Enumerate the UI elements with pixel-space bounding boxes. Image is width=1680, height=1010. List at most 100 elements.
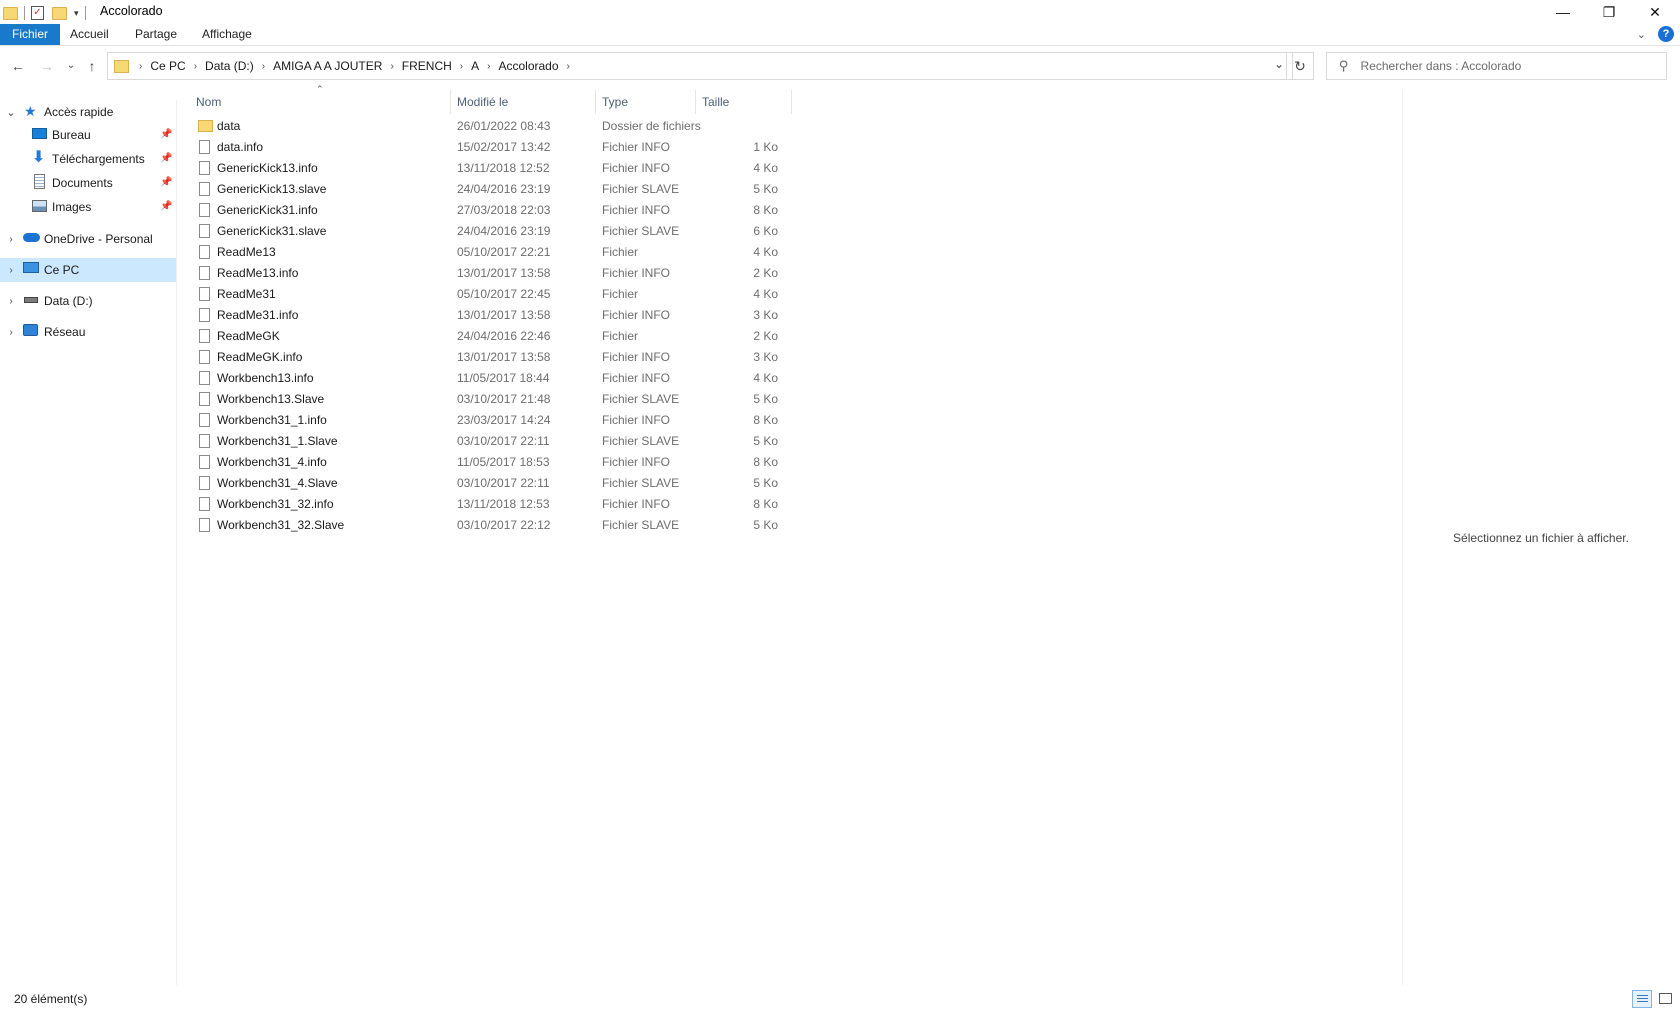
arrow-up-icon[interactable]: ↑	[82, 56, 102, 76]
file-row[interactable]: ReadMe31.info 13/01/2017 13:58 Fichier INF…	[190, 305, 800, 326]
chevron-right-icon[interactable]: ›	[137, 61, 144, 72]
details-view-button[interactable]	[1632, 990, 1652, 1008]
file-icon	[199, 476, 210, 490]
file-row[interactable]: Workbench31_4.Slave 03/10/2017 22:11 Fichi…	[190, 473, 800, 494]
nav-pictures[interactable]: Images 📌	[0, 195, 176, 219]
file-row[interactable]: ReadMeGK.info 13/01/2017 13:58 Fichier INF…	[190, 347, 800, 368]
nav-label: Images	[52, 200, 92, 214]
help-icon[interactable]: ?	[1658, 26, 1674, 42]
quick-access-toolbar: ✓ ▾	[3, 3, 92, 20]
file-row[interactable]: Workbench31_32.Slave 03/10/2017 22:12 Fich…	[190, 515, 800, 536]
chevron-right-icon[interactable]: ›	[192, 61, 199, 72]
breadcrumb-a[interactable]: A	[465, 59, 485, 73]
nav-network[interactable]: › Réseau	[0, 320, 176, 344]
customize-toolbar-icon[interactable]: ▾	[74, 8, 79, 19]
search-box[interactable]: ⚲	[1326, 52, 1667, 80]
properties-icon[interactable]: ✓	[31, 6, 44, 20]
chevron-right-icon[interactable]: ›	[6, 234, 16, 245]
chevron-right-icon[interactable]: ›	[458, 61, 465, 72]
breadcrumb-drive[interactable]: Data (D:)	[199, 59, 260, 73]
expand-ribbon-icon[interactable]: ⌄	[1637, 28, 1646, 41]
file-row[interactable]: data.info 15/02/2017 13:42 Fichier INFO 1 K…	[190, 137, 800, 158]
tab-home[interactable]: Accueil	[59, 24, 120, 45]
arrow-left-icon[interactable]: ←	[8, 56, 28, 76]
file-type: Fichier	[602, 245, 639, 259]
file-name: Workbench31_4.Slave	[217, 476, 338, 490]
file-modified: 26/01/2022 08:43	[457, 119, 551, 133]
file-type: Fichier	[602, 329, 639, 343]
close-button[interactable]: ✕	[1632, 0, 1678, 24]
chevron-right-icon[interactable]: ›	[6, 296, 16, 307]
nav-quick-access[interactable]: ⌄ ★ Accès rapide	[0, 100, 176, 124]
breadcrumb-french[interactable]: FRENCH	[396, 59, 458, 73]
network-icon	[23, 324, 38, 336]
column-divider[interactable]	[791, 90, 792, 114]
nav-documents[interactable]: Documents 📌	[0, 171, 176, 195]
chevron-right-icon[interactable]: ›	[388, 61, 395, 72]
column-divider[interactable]	[595, 90, 596, 114]
file-name: Workbench31_32.info	[217, 497, 334, 511]
large-icons-view-button[interactable]	[1656, 990, 1676, 1008]
column-header-name[interactable]: Nom	[196, 90, 221, 114]
column-divider[interactable]	[695, 90, 696, 114]
chevron-right-icon[interactable]: ›	[6, 265, 16, 276]
chevron-right-icon[interactable]: ›	[485, 61, 492, 72]
file-modified: 23/03/2017 14:24	[457, 413, 551, 427]
file-row[interactable]: Workbench13.Slave 03/10/2017 21:48 Fichier…	[190, 389, 800, 410]
breadcrumb-amiga[interactable]: AMIGA A A JOUTER	[267, 59, 388, 73]
tab-file[interactable]: Fichier	[0, 24, 61, 45]
chevron-right-icon[interactable]: ›	[260, 61, 267, 72]
arrow-right-icon[interactable]: →	[37, 56, 57, 76]
breadcrumb-accolorado[interactable]: Accolorado	[492, 59, 564, 73]
file-size: 6 Ko	[753, 224, 778, 238]
file-row[interactable]: Workbench31_1.info 23/03/2017 14:24 Fichie…	[190, 410, 800, 431]
refresh-icon[interactable]: ↻	[1286, 52, 1314, 80]
column-header-modified[interactable]: Modifié le	[457, 90, 508, 114]
column-divider[interactable]	[450, 90, 451, 114]
search-icon: ⚲	[1339, 58, 1349, 73]
window-title: Accolorado	[100, 4, 163, 18]
nav-this-pc[interactable]: › Ce PC	[0, 258, 176, 282]
nav-drive-d[interactable]: › Data (D:)	[0, 289, 176, 313]
chevron-down-icon[interactable]: ⌄	[61, 56, 81, 76]
column-header-type[interactable]: Type	[602, 90, 628, 114]
folder-row[interactable]: data 26/01/2022 08:43 Dossier de fichiers	[190, 116, 800, 137]
star-icon: ★	[24, 103, 37, 119]
address-history-dropdown-icon[interactable]: ⌄	[1274, 57, 1284, 71]
search-input[interactable]	[1358, 58, 1643, 74]
chevron-right-icon[interactable]: ›	[6, 327, 16, 338]
status-bar: 20 élément(s)	[0, 990, 1680, 1010]
file-row[interactable]: GenericKick31.slave 24/04/2016 23:19 Fichi…	[190, 221, 800, 242]
file-row[interactable]: Workbench31_4.info 11/05/2017 18:53 Fichie…	[190, 452, 800, 473]
file-name: data.info	[217, 140, 264, 154]
file-name: ReadMe13	[217, 245, 276, 259]
nav-downloads[interactable]: ⬇ Téléchargements 📌	[0, 147, 176, 171]
file-row[interactable]: GenericKick13.info 13/11/2018 12:52 Fichie…	[190, 158, 800, 179]
restore-button[interactable]: ❐	[1586, 0, 1632, 24]
breadcrumb-this-pc[interactable]: Ce PC	[144, 59, 191, 73]
file-row[interactable]: ReadMe31 05/10/2017 22:45 Fichier 4 Ko	[190, 284, 800, 305]
file-modified: 11/05/2017 18:44	[457, 371, 550, 385]
file-row[interactable]: Workbench13.info 11/05/2017 18:44 Fichier …	[190, 368, 800, 389]
address-bar[interactable]: › Ce PC › Data (D:) › AMIGA A A JOUTER ›…	[107, 52, 1293, 80]
tab-share[interactable]: Partage	[124, 24, 188, 45]
nav-desktop[interactable]: Bureau 📌	[0, 123, 176, 147]
tab-view[interactable]: Affichage	[191, 24, 263, 45]
file-row[interactable]: ReadMeGK 24/04/2016 22:46 Fichier 2 Ko	[190, 326, 800, 347]
chevron-down-icon[interactable]: ⌄	[6, 106, 16, 119]
file-type: Fichier INFO	[602, 161, 671, 175]
chevron-right-icon[interactable]: ›	[565, 61, 572, 72]
file-row[interactable]: GenericKick13.slave 24/04/2016 23:19 Fichi…	[190, 179, 800, 200]
file-row[interactable]: Workbench31_32.info 13/11/2018 12:53 Fichi…	[190, 494, 800, 515]
file-icon	[199, 371, 210, 385]
new-folder-icon[interactable]	[52, 6, 67, 20]
minimize-button[interactable]: —	[1540, 0, 1586, 24]
file-row[interactable]: ReadMe13.info 13/01/2017 13:58 Fichier INF…	[190, 263, 800, 284]
column-header-size[interactable]: Taille	[702, 90, 729, 114]
document-icon	[34, 174, 45, 189]
file-row[interactable]: Workbench31_1.Slave 03/10/2017 22:11 Fichi…	[190, 431, 800, 452]
file-type: Fichier SLAVE	[602, 224, 680, 238]
file-row[interactable]: ReadMe13 05/10/2017 22:21 Fichier 4 Ko	[190, 242, 800, 263]
file-row[interactable]: GenericKick31.info 27/03/2018 22:03 Fichie…	[190, 200, 800, 221]
nav-onedrive[interactable]: › OneDrive - Personal	[0, 227, 176, 251]
